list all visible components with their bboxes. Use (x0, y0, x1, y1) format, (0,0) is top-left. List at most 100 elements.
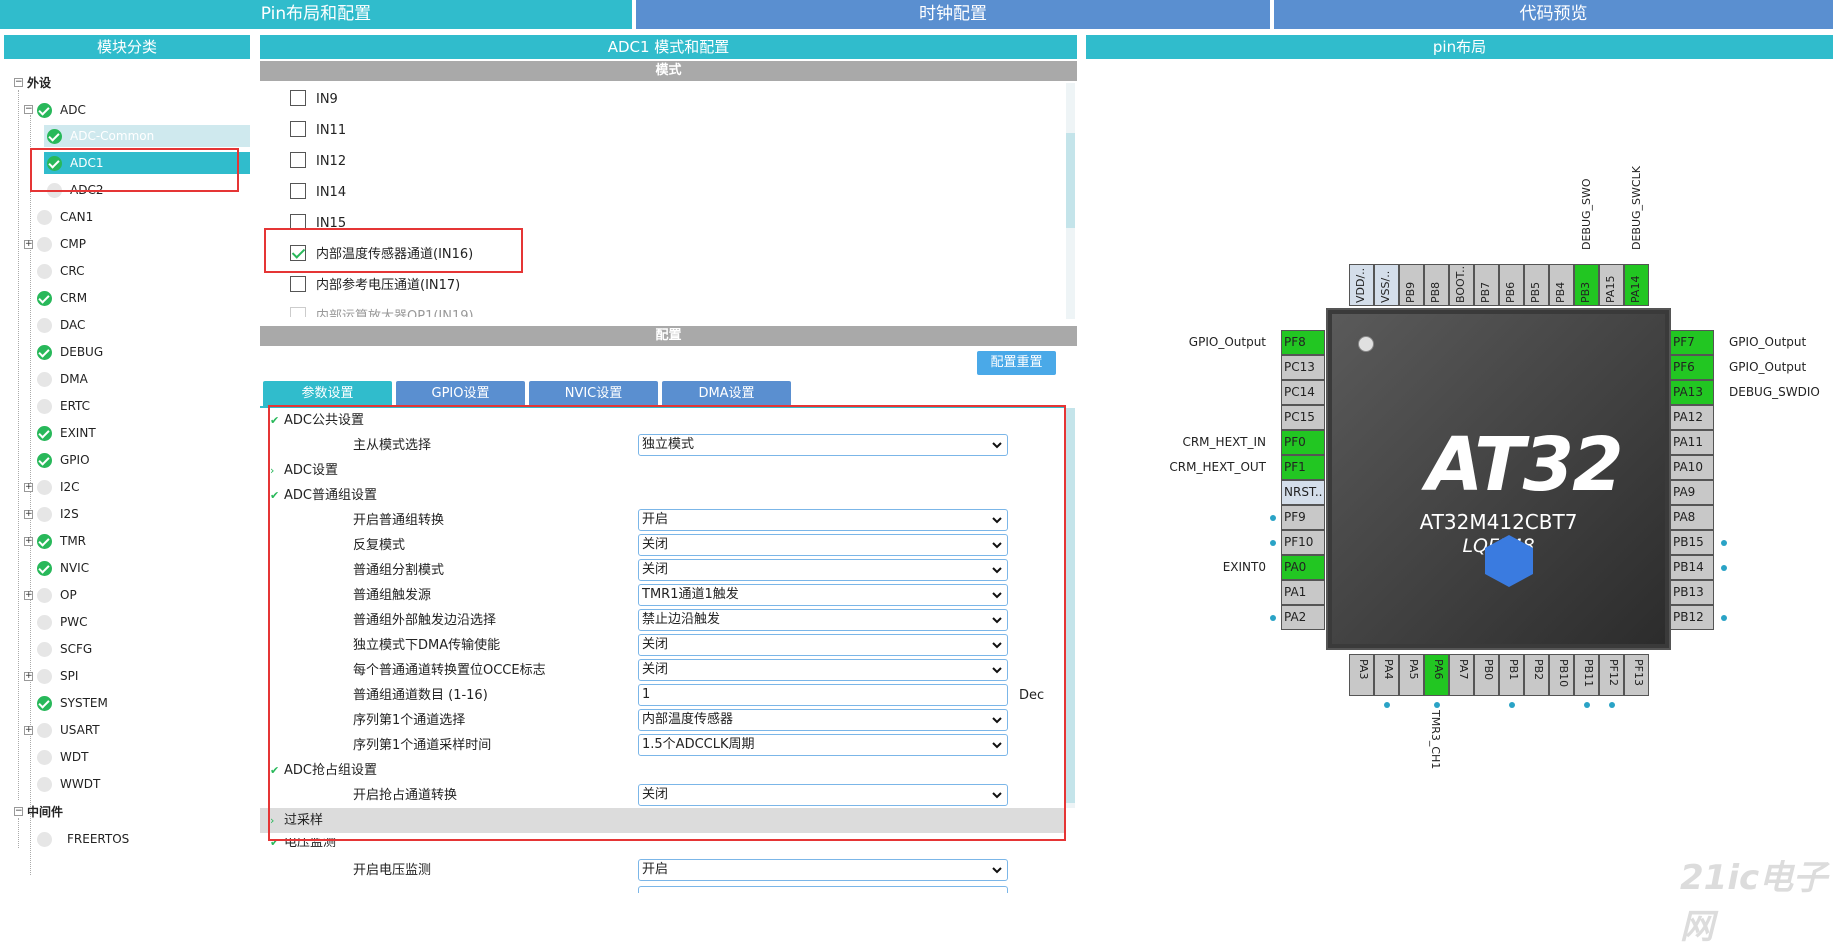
channel-in17-vref[interactable]: 内部参考电压通道(IN17) (290, 274, 460, 298)
subtab-dma[interactable]: DMA设置 (662, 381, 791, 407)
pin-pa12[interactable]: PA12 (1670, 405, 1714, 430)
expand-icon[interactable]: + (24, 240, 33, 249)
tab-pin-layout[interactable]: Pin布局和配置 (0, 0, 632, 29)
tree-item-wwdt[interactable]: WWDT (37, 773, 100, 795)
mode-scrollbar-thumb[interactable] (1066, 133, 1075, 228)
pin-pa13[interactable]: PA13 (1670, 380, 1714, 405)
pin-pb12[interactable]: PB12 (1670, 605, 1714, 630)
checkbox[interactable] (290, 89, 306, 106)
expand-icon[interactable]: + (24, 726, 33, 735)
pin-pb14[interactable]: PB14 (1670, 555, 1714, 580)
config-scrollbar-thumb[interactable] (1066, 408, 1075, 803)
pin-pa3[interactable]: PA3 (1349, 654, 1374, 696)
expand-icon[interactable]: + (24, 537, 33, 546)
tree-item-gpio[interactable]: GPIO (37, 449, 90, 471)
pin-pa11[interactable]: PA11 (1670, 430, 1714, 455)
checkbox[interactable] (290, 275, 306, 292)
pin-pa6[interactable]: PA6 (1424, 654, 1449, 696)
tree-item-pwc[interactable]: PWC (37, 611, 87, 633)
tree-item-adc[interactable]: ADC (37, 99, 86, 121)
pin-pa14[interactable]: PA14 (1624, 264, 1649, 306)
pin-pb9[interactable]: PB9 (1399, 264, 1424, 306)
tree-item-i2s[interactable]: I2S (37, 503, 79, 525)
tree-item-can1[interactable]: CAN1 (37, 206, 93, 228)
checkbox[interactable] (290, 151, 306, 168)
pin-pf7[interactable]: PF7 (1670, 330, 1714, 355)
mode-scrollbar[interactable] (1066, 83, 1075, 319)
channel-in14[interactable]: IN14 (290, 181, 346, 205)
config-reset-button[interactable]: 配置重置 (977, 351, 1056, 375)
tree-item-i2c[interactable]: I2C (37, 476, 80, 498)
pin-boot[interactable]: BOOT.. (1449, 264, 1474, 306)
pin-pf6[interactable]: PF6 (1670, 355, 1714, 380)
collapse-icon[interactable]: − (24, 105, 33, 114)
pin-pa9[interactable]: PA9 (1670, 480, 1714, 505)
pin-pb5[interactable]: PB5 (1524, 264, 1549, 306)
tree-item-debug[interactable]: DEBUG (37, 341, 103, 363)
tree-item-freertos[interactable]: FREERTOS (37, 828, 129, 850)
tree-item-system[interactable]: SYSTEM (37, 692, 108, 714)
pin-vss[interactable]: VSS/.. (1374, 264, 1399, 306)
tab-clock-config[interactable]: 时钟配置 (636, 0, 1270, 29)
pin-pf10[interactable]: PF10 (1281, 530, 1325, 555)
tree-item-nvic[interactable]: NVIC (37, 557, 89, 579)
subtab-gpio[interactable]: GPIO设置 (396, 381, 525, 407)
pin-pf0[interactable]: PF0 (1281, 430, 1325, 455)
pin-pb10[interactable]: PB10 (1549, 654, 1574, 696)
tree-item-spi[interactable]: SPI (37, 665, 78, 687)
pin-pa4[interactable]: PA4 (1374, 654, 1399, 696)
pin-pa1[interactable]: PA1 (1281, 580, 1325, 605)
pin-pf12[interactable]: PF12 (1599, 654, 1624, 696)
pin-pb11[interactable]: PB11 (1574, 654, 1599, 696)
pin-pb2[interactable]: PB2 (1524, 654, 1549, 696)
pin-pa0[interactable]: PA0 (1281, 555, 1325, 580)
tab-code-preview[interactable]: 代码预览 (1274, 0, 1833, 29)
tree-item-usart[interactable]: USART (37, 719, 100, 741)
pin-pa7[interactable]: PA7 (1449, 654, 1474, 696)
pin-pb8[interactable]: PB8 (1424, 264, 1449, 306)
voltage-enable-select[interactable]: 开启 (638, 859, 1008, 881)
pin-pb15[interactable]: PB15 (1670, 530, 1714, 555)
expand-icon[interactable]: + (24, 591, 33, 600)
tree-item-dma[interactable]: DMA (37, 368, 88, 390)
pin-vdd[interactable]: VDD/.. (1349, 264, 1374, 306)
expand-icon[interactable]: + (24, 510, 33, 519)
pin-pa2[interactable]: PA2 (1281, 605, 1325, 630)
pin-pc14[interactable]: PC14 (1281, 380, 1325, 405)
pin-pb13[interactable]: PB13 (1670, 580, 1714, 605)
pin-pc13[interactable]: PC13 (1281, 355, 1325, 380)
tree-peripherals[interactable]: 外设 (27, 72, 51, 94)
subtab-params[interactable]: 参数设置 (263, 381, 392, 407)
pin-pf9[interactable]: PF9 (1281, 505, 1325, 530)
pin-pa5[interactable]: PA5 (1399, 654, 1424, 696)
tree-item-ertc[interactable]: ERTC (37, 395, 90, 417)
expand-icon[interactable]: + (24, 483, 33, 492)
tree-item-scfg[interactable]: SCFG (37, 638, 92, 660)
channel-in19-op1[interactable]: 内部运算放大器OP1(IN19) (290, 305, 474, 317)
tree-item-crc[interactable]: CRC (37, 260, 85, 282)
tree-item-tmr[interactable]: TMR (37, 530, 86, 552)
pin-pb1[interactable]: PB1 (1499, 654, 1524, 696)
tree-item-cmp[interactable]: CMP (37, 233, 86, 255)
tree-item-wdt[interactable]: WDT (37, 746, 88, 768)
config-scrollbar[interactable] (1066, 408, 1075, 808)
collapse-icon[interactable]: − (14, 78, 23, 87)
pin-pb6[interactable]: PB6 (1499, 264, 1524, 306)
pin-pf1[interactable]: PF1 (1281, 455, 1325, 480)
expand-icon[interactable]: + (24, 672, 33, 681)
tree-middleware[interactable]: 中间件 (27, 801, 63, 823)
subtab-nvic[interactable]: NVIC设置 (529, 381, 658, 407)
collapse-icon[interactable]: − (14, 807, 23, 816)
pin-pb0[interactable]: PB0 (1474, 654, 1499, 696)
pin-pb3[interactable]: PB3 (1574, 264, 1599, 306)
tree-item-dac[interactable]: DAC (37, 314, 85, 336)
channel-in12[interactable]: IN12 (290, 150, 346, 174)
pin-pc15[interactable]: PC15 (1281, 405, 1325, 430)
tree-item-adc-common[interactable]: ADC-Common (47, 125, 154, 147)
tree-item-exint[interactable]: EXINT (37, 422, 96, 444)
pin-pf8[interactable]: PF8 (1281, 330, 1325, 355)
channel-in9[interactable]: IN9 (290, 88, 338, 112)
pin-pa10[interactable]: PA10 (1670, 455, 1714, 480)
pin-pb4[interactable]: PB4 (1549, 264, 1574, 306)
tree-item-crm[interactable]: CRM (37, 287, 87, 309)
